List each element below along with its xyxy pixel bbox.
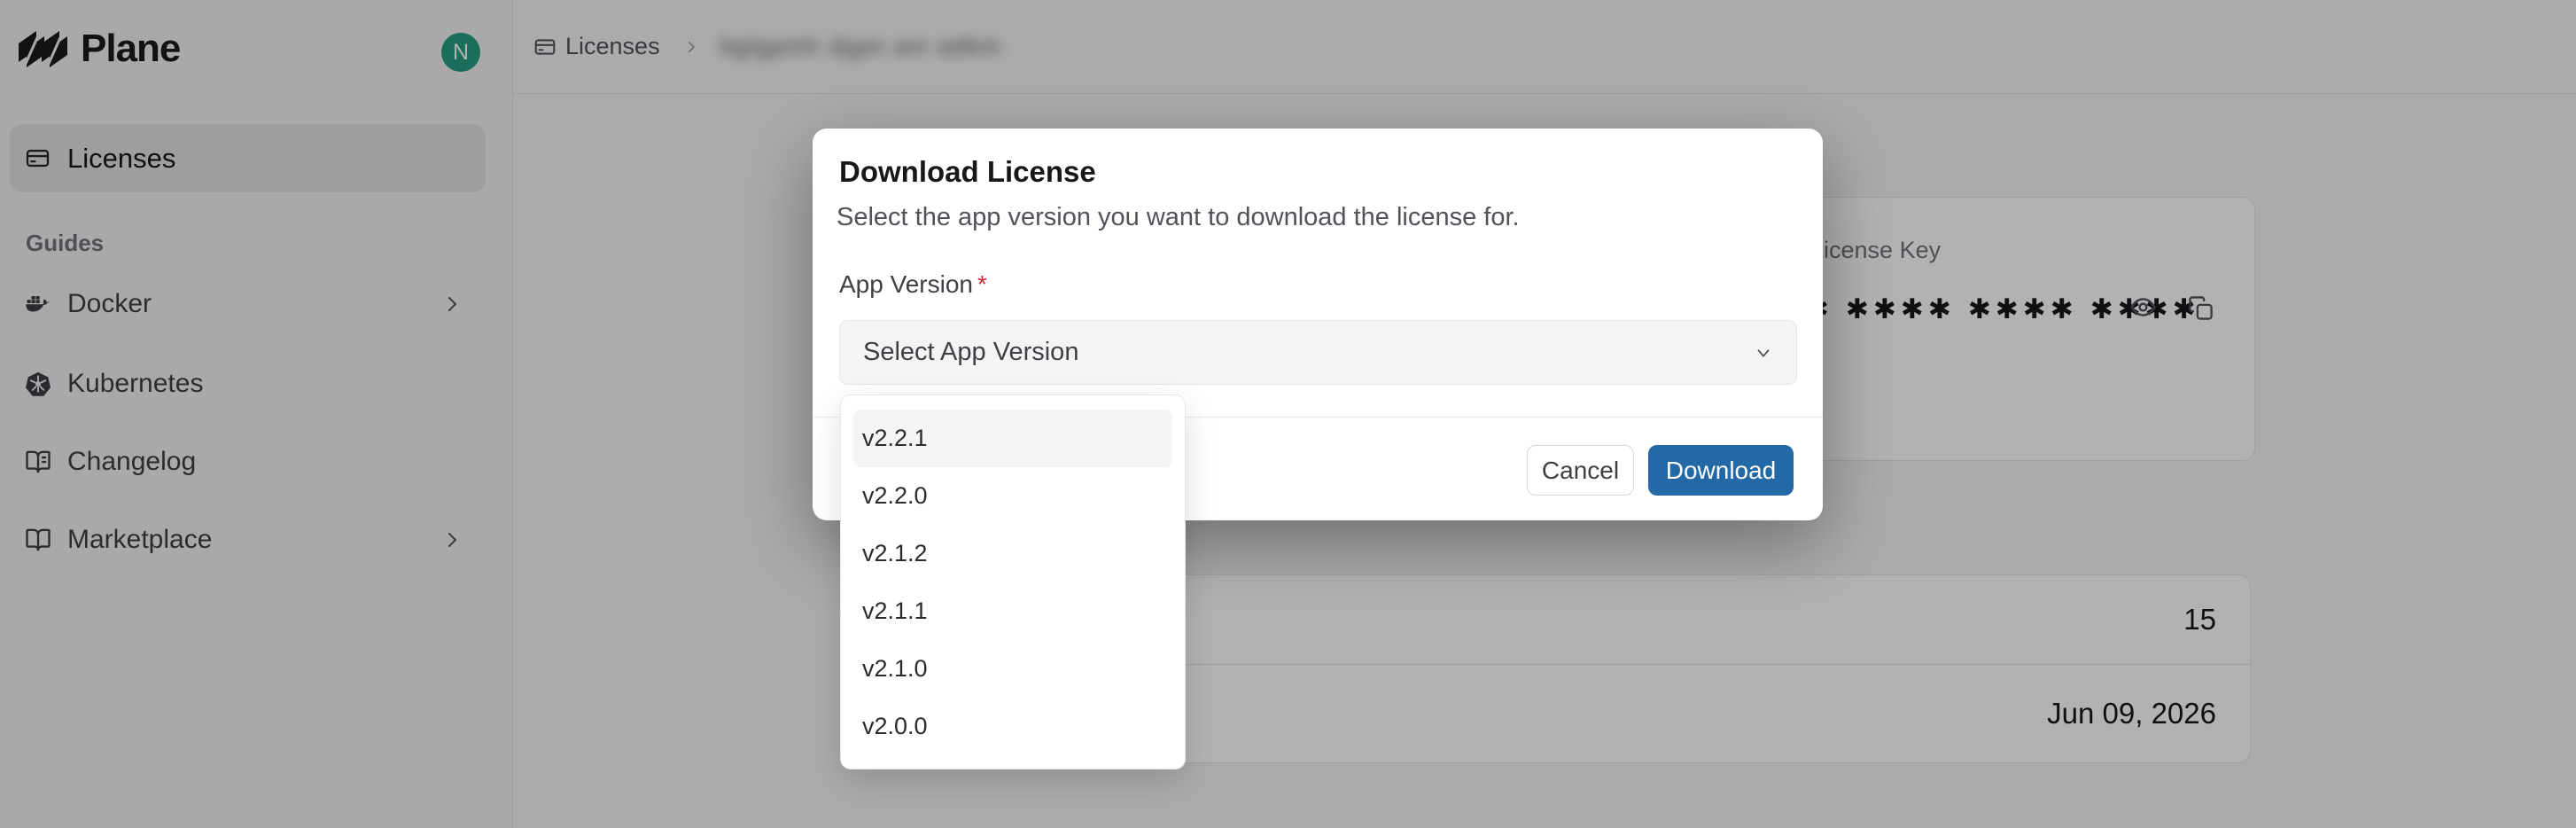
app-version-label: App Version* [839,270,987,299]
field-label-text: App Version [839,270,973,298]
dropdown-option-v2-2-0[interactable]: v2.2.0 [853,467,1172,525]
app-version-select[interactable]: Select App Version [839,320,1797,385]
modal-title: Download License [839,155,1096,189]
select-placeholder: Select App Version [863,338,1078,367]
modal-subtitle: Select the app version you want to downl… [837,203,1520,232]
dropdown-option-v2-1-0[interactable]: v2.1.0 [853,640,1172,698]
app-version-dropdown: v2.2.1 v2.2.0 v2.1.2 v2.1.1 v2.1.0 v2.0.… [840,394,1186,769]
dropdown-option-v2-2-1[interactable]: v2.2.1 [853,410,1172,467]
cancel-button[interactable]: Cancel [1527,445,1634,496]
dropdown-option-v2-1-2[interactable]: v2.1.2 [853,525,1172,582]
dropdown-option-v2-1-1[interactable]: v2.1.1 [853,582,1172,640]
required-asterisk: * [977,270,987,298]
chevron-down-icon [1754,343,1773,363]
download-button[interactable]: Download [1648,445,1794,496]
app-screen: Plane N Licenses Guides [0,0,2576,828]
dropdown-option-v2-0-0[interactable]: v2.0.0 [853,698,1172,755]
